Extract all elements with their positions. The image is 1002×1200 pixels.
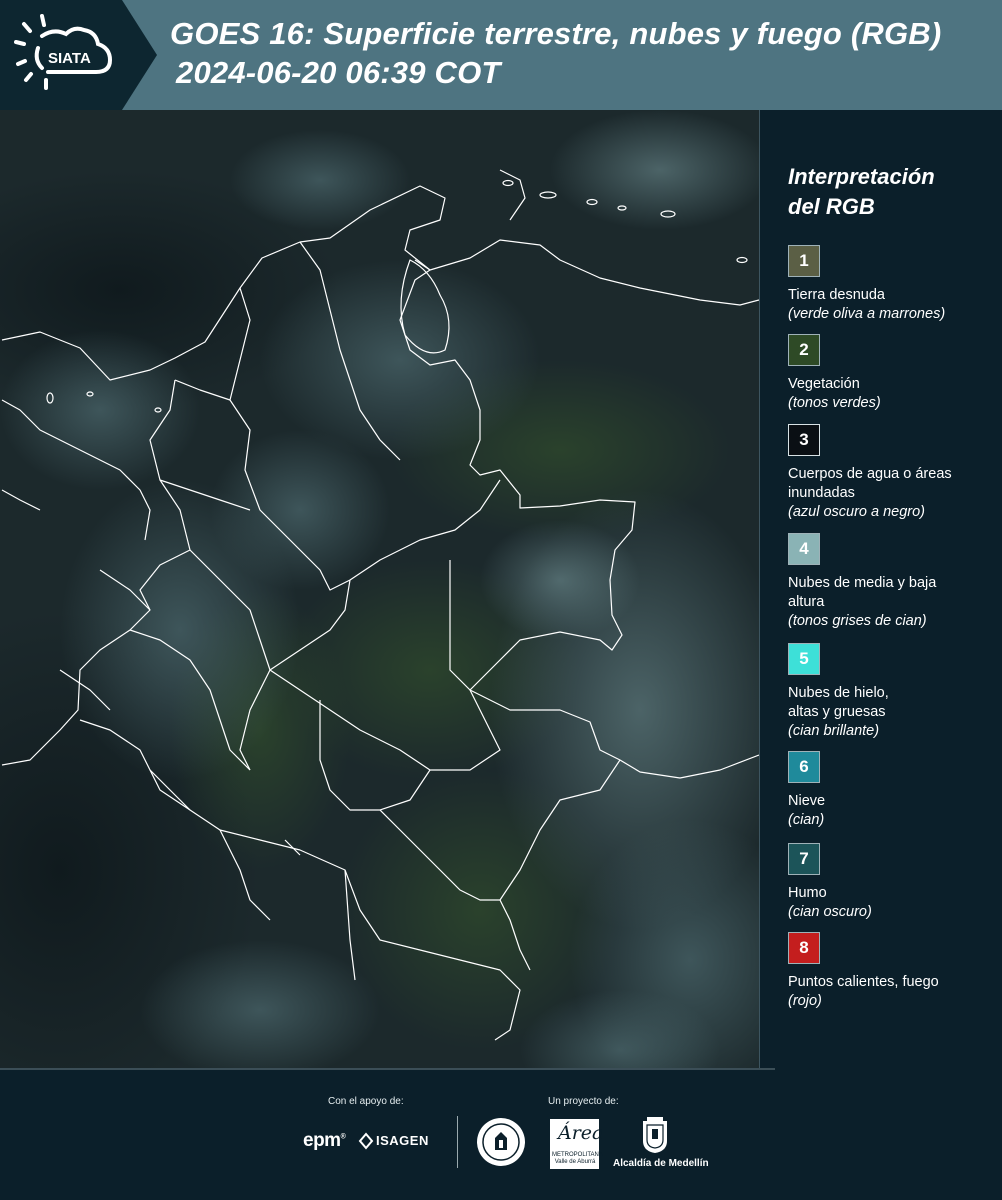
isagen-logo: ISAGEN (376, 1133, 429, 1148)
legend-swatch: 7 (788, 843, 820, 875)
legend-item-2: 2 Vegetación (tonos verdes) (788, 334, 998, 413)
legend-item-6: 6 Nieve (cian) (788, 751, 998, 830)
legend-item-label: Nieve (788, 793, 826, 809)
page-title: GOES 16: Superficie terrestre, nubes y f… (170, 16, 942, 51)
alcaldia-label: Alcaldía de Medellín (613, 1158, 709, 1169)
satellite-map-image (0, 110, 759, 1070)
alcaldia-shield-icon (643, 1117, 667, 1153)
legend-item-desc: (rojo) (788, 993, 822, 1009)
timestamp: 2024-06-20 06:39 COT (176, 55, 501, 90)
legend-item-label: Tierra desnuda (788, 287, 885, 303)
legend-swatch: 6 (788, 751, 820, 783)
project-label: Un proyecto de: (548, 1096, 619, 1107)
legend-title-line1: Interpretación (788, 164, 935, 189)
legend-swatch: 1 (788, 245, 820, 277)
legend-item-1: 1 Tierra desnuda (verde oliva a marrones… (788, 245, 998, 324)
legend-swatch: 4 (788, 533, 820, 565)
support-label: Con el apoyo de: (328, 1096, 404, 1107)
satellite-map[interactable] (0, 110, 759, 1070)
legend-item-4: 4 Nubes de media y baja altura (tonos gr… (788, 533, 998, 631)
legend-item-3: 3 Cuerpos de agua o áreas inundadas (azu… (788, 424, 998, 522)
legend-swatch: 8 (788, 932, 820, 964)
epm-logo: epm® (303, 1130, 346, 1151)
footer: Con el apoyo de: Un proyecto de: epm® IS… (0, 1070, 1002, 1200)
area-metropolitana-script: Área (558, 1122, 604, 1144)
legend-item-desc: (cian brillante) (788, 723, 880, 739)
isagen-icon (358, 1132, 374, 1150)
legend-item-desc: (tonos grises de cian) (788, 613, 927, 629)
area-metropolitana-text: METROPOLITANA Valle de Aburrá (552, 1152, 603, 1165)
legend-item-desc: (cian oscuro) (788, 904, 872, 920)
footer-divider (457, 1116, 458, 1168)
map-divider (759, 110, 760, 1070)
university-seal-icon (477, 1118, 525, 1166)
legend-swatch: 2 (788, 334, 820, 366)
legend: Interpretación del RGB (788, 162, 998, 222)
legend-item-desc: (cian) (788, 812, 825, 828)
siata-logo-icon: SIATA (14, 14, 113, 90)
legend-item-label: Puntos calientes, fuego (788, 974, 939, 990)
legend-item-label: Humo (788, 885, 827, 901)
epm-text: epm (303, 1130, 341, 1151)
legend-swatch: 5 (788, 643, 820, 675)
legend-item-label: Nubes de hielo, altas y gruesas (788, 685, 889, 720)
header: SIATA GOES 16: Superficie terrestre, nub… (0, 0, 1002, 110)
legend-title-line2: del RGB (788, 194, 875, 219)
legend-item-label: Cuerpos de agua o áreas inundadas (788, 466, 952, 501)
legend-item-7: 7 Humo (cian oscuro) (788, 843, 998, 922)
legend-item-8: 8 Puntos calientes, fuego (rojo) (788, 932, 998, 1011)
legend-title: Interpretación del RGB (788, 162, 988, 222)
legend-item-5: 5 Nubes de hielo, altas y gruesas (cian … (788, 643, 998, 741)
legend-swatch: 3 (788, 424, 820, 456)
legend-item-label: Nubes de media y baja altura (788, 575, 937, 610)
legend-item-desc: (tonos verdes) (788, 395, 881, 411)
legend-item-desc: (azul oscuro a negro) (788, 504, 926, 520)
logo-text: SIATA (48, 50, 91, 67)
legend-item-label: Vegetación (788, 376, 860, 392)
legend-item-desc: (verde oliva a marrones) (788, 306, 946, 322)
